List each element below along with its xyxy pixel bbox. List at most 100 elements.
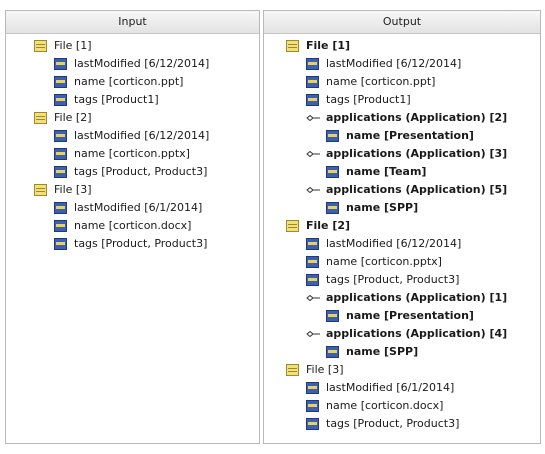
attribute-icon	[54, 166, 67, 178]
tree-item-label: name [corticon.ppt]	[74, 75, 184, 88]
tree-item[interactable]: File [2]	[264, 217, 540, 235]
tree-item[interactable]: lastModified [6/12/2014]	[6, 127, 259, 145]
tree-item-label: applications (Application) [3]	[326, 147, 508, 160]
tree-item-label: name [corticon.docx]	[74, 219, 192, 232]
entity-icon	[286, 364, 299, 376]
tree-item-label: tags [Product1]	[74, 93, 159, 106]
output-tree: File [1] lastModified [6/12/2014] name [co…	[264, 34, 540, 433]
tree-item[interactable]: name [corticon.ppt]	[264, 73, 540, 91]
tree-item-label: tags [Product, Product3]	[74, 165, 208, 178]
attribute-icon	[326, 202, 339, 214]
attribute-icon	[306, 274, 319, 286]
tree-item[interactable]: tags [Product, Product3]	[6, 163, 259, 181]
entity-icon	[34, 40, 47, 52]
attribute-icon	[326, 310, 339, 322]
attribute-icon	[326, 130, 339, 142]
attribute-icon	[54, 202, 67, 214]
attribute-icon	[306, 94, 319, 106]
attribute-icon	[54, 94, 67, 106]
tree-item[interactable]: lastModified [6/12/2014]	[264, 55, 540, 73]
tree-item-label: applications (Application) [1]	[326, 291, 508, 304]
tree-item-label: tags [Product, Product3]	[326, 417, 460, 430]
attribute-icon	[306, 418, 319, 430]
entity-icon	[34, 112, 47, 124]
attribute-icon	[306, 256, 319, 268]
tree-item[interactable]: lastModified [6/12/2014]	[264, 235, 540, 253]
tree-item[interactable]: lastModified [6/1/2014]	[264, 379, 540, 397]
tree-item-label: lastModified [6/1/2014]	[326, 381, 455, 394]
attribute-icon	[54, 58, 67, 70]
entity-icon	[286, 40, 299, 52]
attribute-icon	[306, 400, 319, 412]
tree-item-label: tags [Product, Product3]	[74, 237, 208, 250]
tree-item-label: applications (Application) [5]	[326, 183, 508, 196]
attribute-icon	[326, 166, 339, 178]
tree-item[interactable]: File [1]	[6, 37, 259, 55]
tree-item-label: name [Presentation]	[346, 309, 474, 322]
tree-item-label: name [SPP]	[346, 345, 419, 358]
attribute-icon	[306, 238, 319, 250]
tree-item-label: lastModified [6/12/2014]	[326, 237, 462, 250]
tree-item-label: name [corticon.pptx]	[74, 147, 190, 160]
tree-item[interactable]: File [2]	[6, 109, 259, 127]
tree-item-label: name [Presentation]	[346, 129, 474, 142]
tree-item[interactable]: name [corticon.pptx]	[6, 145, 259, 163]
attribute-icon	[54, 130, 67, 142]
attribute-icon	[306, 58, 319, 70]
tree-item-label: tags [Product, Product3]	[326, 273, 460, 286]
tree-item[interactable]: tags [Product1]	[264, 91, 540, 109]
tree-item[interactable]: name [Team]	[264, 163, 540, 181]
tree-item-label: File [1]	[306, 39, 351, 52]
attribute-icon	[54, 76, 67, 88]
tree-item[interactable]: tags [Product, Product3]	[264, 415, 540, 433]
tree-item-label: lastModified [6/12/2014]	[326, 57, 462, 70]
tree-item-label: name [SPP]	[346, 201, 419, 214]
input-panel-header: Input	[6, 11, 259, 34]
tree-item[interactable]: applications (Application) [4]	[264, 325, 540, 343]
tree-item-label: File [2]	[54, 111, 92, 124]
tree-item-label: File [1]	[54, 39, 92, 52]
tree-item[interactable]: File [1]	[264, 37, 540, 55]
tree-item[interactable]: name [Presentation]	[264, 307, 540, 325]
entity-icon	[34, 184, 47, 196]
tree-item[interactable]: tags [Product1]	[6, 91, 259, 109]
tree-item-label: lastModified [6/1/2014]	[74, 201, 203, 214]
attribute-icon	[306, 76, 319, 88]
tree-item[interactable]: name [corticon.docx]	[6, 217, 259, 235]
tree-item[interactable]: applications (Application) [3]	[264, 145, 540, 163]
tree-item[interactable]: name [corticon.ppt]	[6, 73, 259, 91]
tree-item[interactable]: name [corticon.docx]	[264, 397, 540, 415]
tree-item[interactable]: lastModified [6/1/2014]	[6, 199, 259, 217]
output-panel-header: Output	[264, 11, 540, 34]
tree-item-label: File [2]	[306, 219, 351, 232]
tree-item-label: name [corticon.pptx]	[326, 255, 442, 268]
tree-item[interactable]: applications (Application) [1]	[264, 289, 540, 307]
tree-item[interactable]: name [SPP]	[264, 199, 540, 217]
tree-item[interactable]: lastModified [6/12/2014]	[6, 55, 259, 73]
input-tree: File [1] lastModified [6/12/2014] name [co…	[6, 34, 259, 253]
tree-item[interactable]: tags [Product, Product3]	[6, 235, 259, 253]
tree-item-label: applications (Application) [4]	[326, 327, 508, 340]
tree-item-label: lastModified [6/12/2014]	[74, 129, 210, 142]
tree-item[interactable]: File [3]	[6, 181, 259, 199]
tree-item[interactable]: name [SPP]	[264, 343, 540, 361]
association-icon	[306, 295, 320, 301]
tree-item[interactable]: tags [Product, Product3]	[264, 271, 540, 289]
tree-item-label: name [corticon.ppt]	[326, 75, 436, 88]
attribute-icon	[306, 382, 319, 394]
tree-item[interactable]: name [corticon.pptx]	[264, 253, 540, 271]
attribute-icon	[54, 238, 67, 250]
tree-item[interactable]: File [3]	[264, 361, 540, 379]
association-icon	[306, 331, 320, 337]
attribute-icon	[54, 148, 67, 160]
tree-item-label: name [Team]	[346, 165, 427, 178]
association-icon	[306, 151, 320, 157]
tree-item[interactable]: applications (Application) [2]	[264, 109, 540, 127]
tree-item[interactable]: applications (Application) [5]	[264, 181, 540, 199]
association-icon	[306, 115, 320, 121]
output-panel: Output File [1] lastModified [6/12/2014] n…	[263, 10, 541, 444]
tree-item[interactable]: name [Presentation]	[264, 127, 540, 145]
tree-item-label: tags [Product1]	[326, 93, 411, 106]
entity-icon	[286, 220, 299, 232]
attribute-icon	[326, 346, 339, 358]
